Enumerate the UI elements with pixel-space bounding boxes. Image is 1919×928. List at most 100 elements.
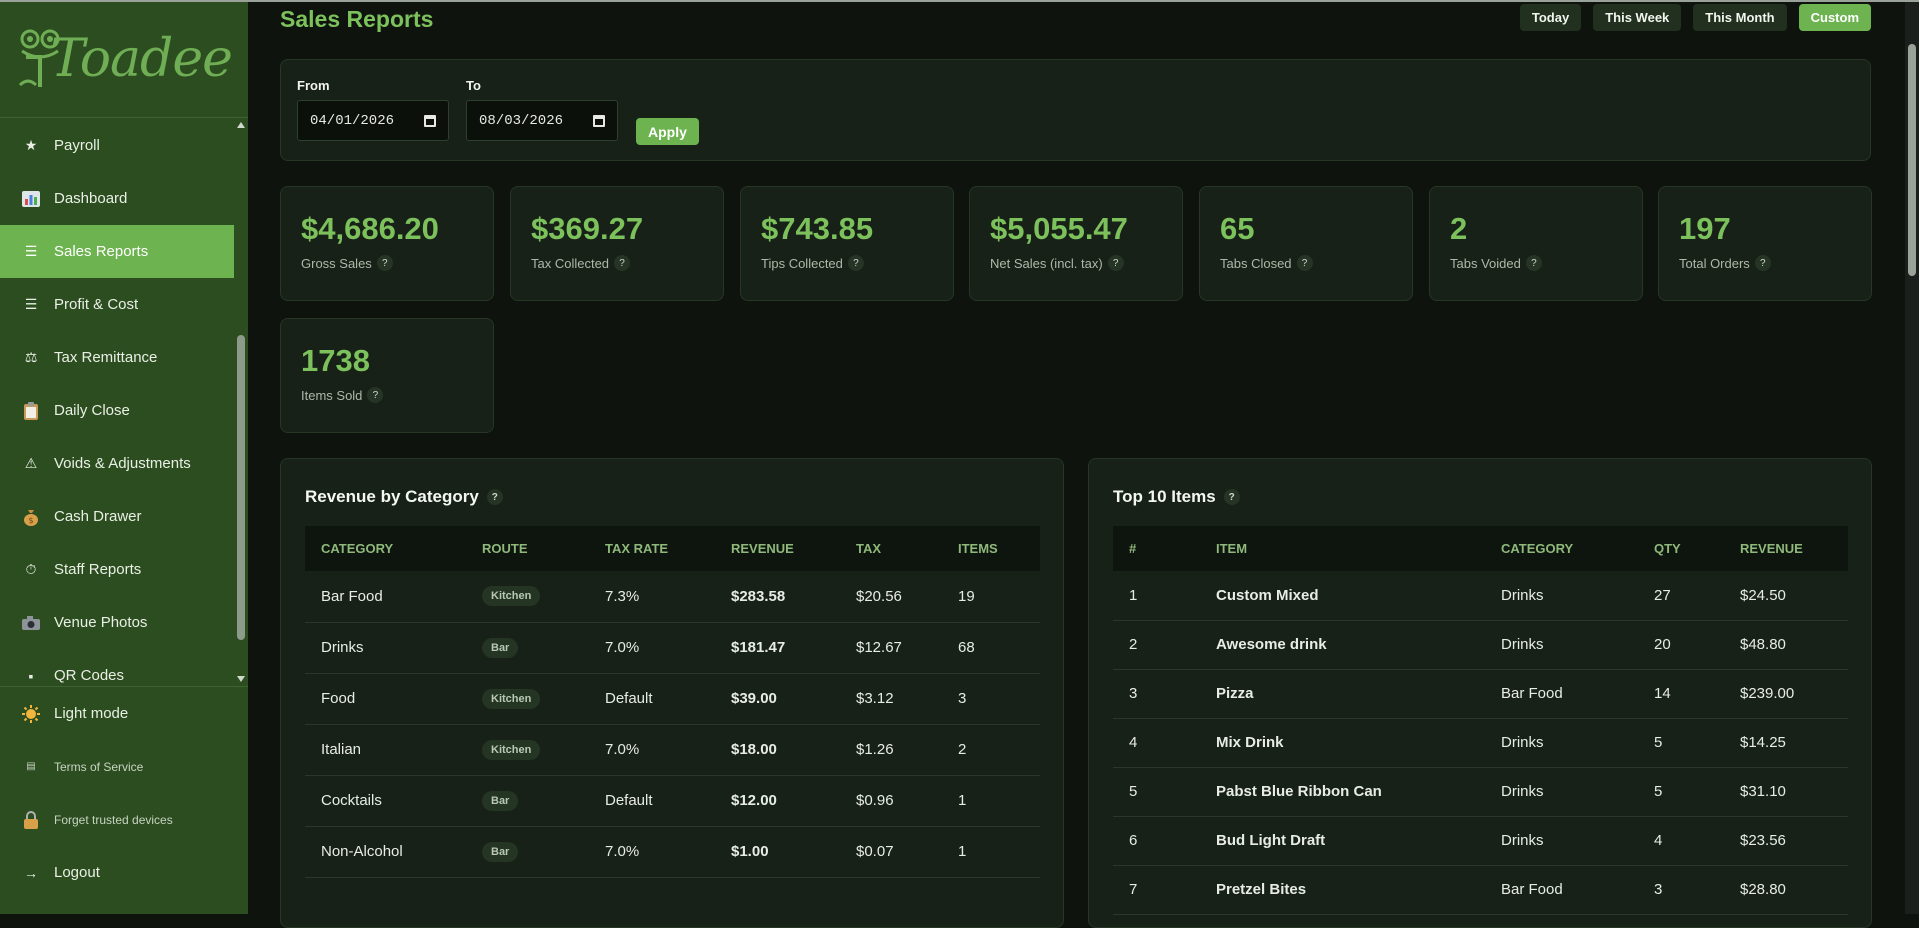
stopwatch-icon: ⏱	[25, 561, 37, 577]
cell-route: Bar	[466, 826, 589, 878]
range-this-month-button[interactable]: This Month	[1693, 4, 1787, 31]
apply-button[interactable]: Apply	[636, 118, 699, 145]
sidebar-nav: ★ Payroll Dashboard ☰ Sales Reports ☰ Pr…	[0, 119, 234, 685]
col-items[interactable]: ITEMS	[942, 526, 1040, 571]
range-this-week-button[interactable]: This Week	[1593, 4, 1682, 31]
sidebar-item-payroll[interactable]: ★ Payroll	[0, 119, 234, 172]
stat-label-text: Tabs Closed	[1220, 255, 1292, 271]
svg-text:$: $	[28, 516, 33, 525]
table-row: 3 Pizza Bar Food 14 $239.00	[1113, 669, 1848, 719]
cell-category: Drinks	[1485, 620, 1638, 670]
sidebar-item-tax-remittance[interactable]: ⚖ Tax Remittance	[0, 331, 234, 384]
sidebar-item-dashboard[interactable]: Dashboard	[0, 172, 234, 225]
col-tax-rate[interactable]: TAX RATE	[589, 526, 715, 571]
stat-label-text: Tax Collected	[531, 255, 610, 271]
col-revenue[interactable]: REVENUE	[715, 526, 840, 571]
help-icon[interactable]: ?	[847, 255, 864, 271]
sidebar-item-cash-drawer[interactable]: $ Cash Drawer	[0, 490, 234, 543]
panel-title-text: Revenue by Category	[305, 487, 479, 506]
document-icon: ▤	[26, 761, 36, 772]
stat-value: $743.85	[761, 211, 874, 246]
lock-icon	[22, 810, 40, 829]
star-icon: ★	[24, 137, 38, 153]
table-row: 6 Bud Light Draft Drinks 4 $23.56	[1113, 816, 1848, 866]
help-icon[interactable]: ?	[486, 489, 503, 505]
help-icon[interactable]: ?	[367, 387, 384, 403]
col-item[interactable]: ITEM	[1200, 526, 1485, 571]
logout-arrow-icon: →	[24, 864, 38, 881]
light-mode-toggle[interactable]: Light mode	[0, 687, 248, 740]
help-icon[interactable]: ?	[614, 255, 631, 271]
to-date-input[interactable]: 08/03/2026	[466, 100, 618, 141]
from-date-input[interactable]: 04/01/2026	[297, 100, 449, 141]
stat-label-text: Tips Collected	[761, 255, 843, 271]
page-scrollbar[interactable]	[1905, 0, 1919, 914]
calendar-icon[interactable]	[593, 114, 605, 127]
route-badge: Bar	[482, 637, 519, 658]
help-icon[interactable]: ?	[1107, 255, 1124, 271]
scroll-up-icon[interactable]	[237, 122, 245, 128]
cell-tax: $0.96	[840, 775, 942, 827]
col-route[interactable]: ROUTE	[466, 526, 589, 571]
help-icon[interactable]: ?	[1525, 255, 1542, 271]
col-tax[interactable]: TAX	[840, 526, 942, 571]
cell-revenue: $23.56	[1724, 816, 1848, 866]
stat-value: 2	[1450, 211, 1468, 246]
cell-category: Bar Food	[1485, 669, 1638, 719]
sidebar-scroll-thumb[interactable]	[237, 335, 245, 640]
col-revenue[interactable]: REVENUE	[1724, 526, 1848, 571]
cell-tax: $20.56	[840, 571, 942, 623]
sidebar-item-daily-close[interactable]: Daily Close	[0, 384, 234, 437]
stat-value: 197	[1679, 211, 1731, 246]
cell-category: Drinks	[1485, 767, 1638, 817]
terms-link[interactable]: ▤ Terms of Service	[0, 740, 248, 793]
scroll-down-icon[interactable]	[237, 676, 245, 682]
cell-qty: 5	[1638, 767, 1724, 817]
sidebar-item-label: Payroll	[54, 137, 100, 154]
col-qty[interactable]: QTY	[1638, 526, 1724, 571]
col-category[interactable]: CATEGORY	[305, 526, 466, 571]
cell-tax-rate: 7.0%	[589, 826, 715, 878]
table-row: Cocktails Bar Default $12.00 $0.96 1	[305, 775, 1040, 827]
cell-revenue: $1.00	[715, 826, 840, 878]
forget-devices-link[interactable]: Forget trusted devices	[0, 793, 248, 846]
sidebar-item-venue-photos[interactable]: Venue Photos	[0, 596, 234, 649]
table-row: Drinks Bar 7.0% $181.47 $12.67 68	[305, 622, 1040, 674]
qr-icon: ▪	[28, 667, 34, 684]
cell-tax-rate: 7.0%	[589, 622, 715, 674]
page-scroll-thumb[interactable]	[1908, 44, 1916, 276]
cell-items: 1	[942, 775, 1040, 827]
logo[interactable]: Toadee	[0, 0, 248, 118]
sidebar-item-profit-cost[interactable]: ☰ Profit & Cost	[0, 278, 234, 331]
range-today-button[interactable]: Today	[1519, 4, 1582, 31]
date-range-selector: Today This Week This Month Custom	[1519, 4, 1871, 31]
sidebar-scrollbar[interactable]	[234, 119, 248, 685]
stat-card-tabs-closed: 65 Tabs Closed?	[1199, 186, 1413, 301]
range-custom-button[interactable]: Custom	[1798, 4, 1871, 31]
calendar-icon[interactable]	[424, 114, 436, 127]
sidebar-item-staff-reports[interactable]: ⏱ Staff Reports	[0, 543, 234, 596]
sidebar-item-sales-reports[interactable]: ☰ Sales Reports	[0, 225, 234, 278]
sidebar-item-label: Voids & Adjustments	[54, 455, 191, 472]
help-icon[interactable]: ?	[1223, 489, 1240, 505]
help-icon[interactable]: ?	[1296, 255, 1313, 271]
stat-label: Gross Sales?	[301, 255, 473, 271]
stat-label: Net Sales (incl. tax)?	[990, 255, 1162, 271]
cell-route: Kitchen	[466, 571, 589, 623]
help-icon[interactable]: ?	[1754, 255, 1771, 271]
cell-tax-rate: Default	[589, 673, 715, 725]
stat-label-text: Tabs Voided	[1450, 255, 1521, 271]
sidebar-item-voids-adjustments[interactable]: ⚠ Voids & Adjustments	[0, 437, 234, 490]
cell-category: Non-Alcohol	[305, 826, 466, 878]
cell-tax-rate: Default	[589, 775, 715, 827]
logout-link[interactable]: → Logout	[0, 846, 248, 899]
cell-tax-rate: 7.0%	[589, 724, 715, 776]
sidebar: Toadee ★ Payroll Dashboard ☰ Sales Repor…	[0, 0, 248, 914]
to-label: To	[466, 78, 481, 93]
panel-title: Top 10 Items ?	[1113, 487, 1240, 507]
col-category[interactable]: CATEGORY	[1485, 526, 1638, 571]
col-rank[interactable]: #	[1113, 526, 1200, 571]
sidebar-item-qr-codes[interactable]: ▪ QR Codes	[0, 649, 234, 685]
help-icon[interactable]: ?	[376, 255, 393, 271]
cell-items: 68	[942, 622, 1040, 674]
